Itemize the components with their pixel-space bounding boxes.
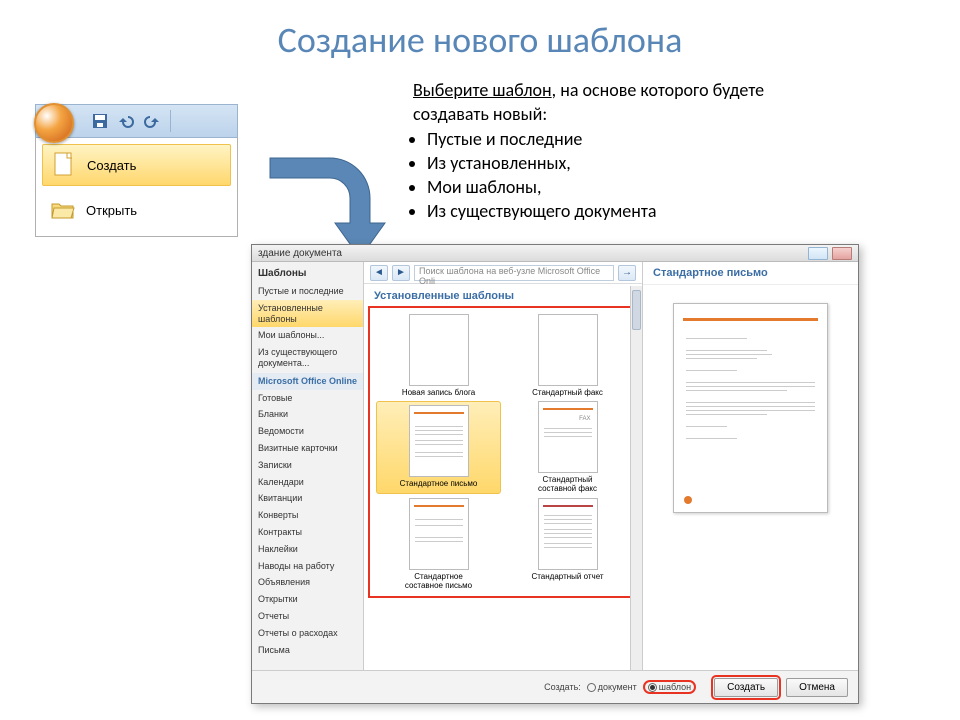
sidebar-item[interactable]: Открытки <box>252 591 363 608</box>
create-as-label: Создать: <box>544 682 581 692</box>
slide-title: Создание нового шаблона <box>0 18 960 62</box>
office-button[interactable] <box>34 103 74 143</box>
dialog-sidebar: Шаблоны Пустые и последние Установленные… <box>252 262 364 670</box>
quick-access-toolbar <box>35 104 238 138</box>
instruction-lead: Выберите шаблон <box>413 79 552 101</box>
sidebar-item[interactable]: Наклейки <box>252 541 363 558</box>
sidebar-item[interactable]: Письма <box>252 642 363 659</box>
sidebar-section: Microsoft Office Online <box>252 373 363 390</box>
nav-back-icon[interactable]: ◄ <box>370 265 388 281</box>
preview-pane: Стандартное письмо <box>642 262 858 670</box>
preview-document <box>673 303 828 513</box>
sidebar-item[interactable]: Готовые <box>252 390 363 407</box>
sidebar-item[interactable]: Бланки <box>252 406 363 423</box>
menu-item-open[interactable]: Открыть <box>42 190 231 230</box>
close-button[interactable] <box>832 247 852 260</box>
scrollbar[interactable] <box>630 286 642 670</box>
template-item-selected[interactable]: Стандартное письмо <box>376 401 501 493</box>
sidebar-item[interactable]: Конверты <box>252 507 363 524</box>
cancel-button[interactable]: Отмена <box>786 678 848 697</box>
sidebar-item-selected[interactable]: Установленные шаблоны <box>252 300 363 328</box>
instruction-block: Выберите шаблон, на основе которого буде… <box>413 78 783 224</box>
radio-template[interactable]: шаблон <box>643 680 696 694</box>
center-heading: Установленные шаблоны <box>364 284 642 306</box>
sidebar-item[interactable]: Пустые и последние <box>252 283 363 300</box>
sidebar-item[interactable]: Контракты <box>252 524 363 541</box>
template-item[interactable]: Стандартный отчет <box>505 498 630 590</box>
undo-icon[interactable] <box>118 113 134 129</box>
office-menu-panel: Создать Открыть <box>35 138 238 237</box>
sidebar-item[interactable]: Из существующего документа... <box>252 344 363 372</box>
sidebar-item[interactable]: Отчеты <box>252 608 363 625</box>
sidebar-item[interactable]: Отчеты о расходах <box>252 625 363 642</box>
sidebar-item[interactable]: Календари <box>252 474 363 491</box>
dialog-center: ◄ ► Поиск шаблона на веб-узле Microsoft … <box>364 262 642 670</box>
save-icon[interactable] <box>92 113 108 129</box>
nav-fwd-icon[interactable]: ► <box>392 265 410 281</box>
dialog-footer: Создать: документ шаблон Создать Отмена <box>252 670 858 703</box>
new-doc-icon <box>51 151 77 179</box>
open-folder-icon <box>50 196 76 224</box>
radio-document[interactable]: документ <box>587 682 637 692</box>
help-button[interactable] <box>808 247 828 260</box>
menu-item-create[interactable]: Создать <box>42 144 231 186</box>
search-input[interactable]: Поиск шаблона на веб-узле Microsoft Offi… <box>414 265 614 281</box>
sidebar-item[interactable]: Мои шаблоны... <box>252 327 363 344</box>
sidebar-item[interactable]: Ведомости <box>252 423 363 440</box>
sidebar-item[interactable]: Наводы на работу <box>252 558 363 575</box>
sidebar-item[interactable]: Записки <box>252 457 363 474</box>
template-grid: Новая запись блога Стандартный факс Стан… <box>368 306 638 598</box>
sidebar-item[interactable]: Квитанции <box>252 490 363 507</box>
template-item[interactable]: FAX Стандартный составной факс <box>505 401 630 493</box>
template-item[interactable]: Новая запись блога <box>376 314 501 397</box>
preview-title: Стандартное письмо <box>643 262 858 285</box>
redo-icon[interactable] <box>144 113 160 129</box>
dialog-titlebar: здание документа <box>252 245 858 262</box>
new-document-dialog: здание документа Шаблоны Пустые и послед… <box>251 244 859 704</box>
office-menu-fragment: Создать Открыть <box>35 104 238 237</box>
sidebar-item[interactable]: Визитные карточки <box>252 440 363 457</box>
template-item[interactable]: Стандартное составное письмо <box>376 498 501 590</box>
sidebar-item[interactable]: Объявления <box>252 574 363 591</box>
template-item[interactable]: Стандартный факс <box>505 314 630 397</box>
create-button[interactable]: Создать <box>714 678 778 697</box>
search-go-icon[interactable]: → <box>618 265 636 281</box>
